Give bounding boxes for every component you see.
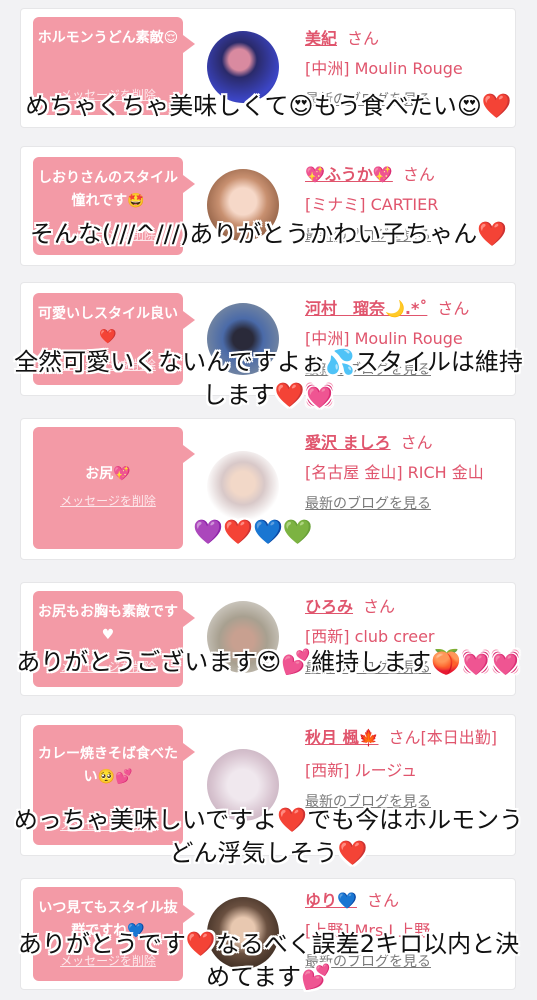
work-status: [本日出勤]	[420, 728, 498, 747]
sender-name-link[interactable]: 愛沢 ましろ	[305, 433, 391, 452]
overlay-caption: めっちゃ美味しいですよ❤️でも今はホルモンうどん浮気しそう❤️	[13, 806, 524, 867]
shop-name: [名古屋 金山] RICH 金山	[305, 463, 484, 482]
sender-name-link[interactable]: ひろみ	[305, 597, 353, 616]
overlay-caption: めちゃくちゃ美味しくて😍もう食べたい😍❤️	[25, 92, 512, 120]
avatar[interactable]	[207, 451, 279, 523]
honorific: さん	[363, 597, 396, 616]
message-text: カレー焼きそば食べたい🥺💕	[38, 746, 178, 785]
sender-name-link[interactable]: 秋月 楓🍁	[305, 728, 379, 747]
sender-name-link[interactable]: 河村 瑠奈🌙.*˚	[305, 299, 427, 318]
message-text: 可愛いしスタイル良い❤️	[38, 306, 178, 345]
overlay-caption: 全然可愛いくないんですよぉ💦スタイルは維持します❤️💓	[14, 348, 523, 409]
sender-info: 秋月 楓🍁 さん[本日出勤] [西新] ルージュ 最新のブログを見る	[305, 725, 509, 811]
honorific: さん	[400, 433, 433, 452]
latest-blog-link[interactable]: 最新のブログを見る	[305, 493, 509, 513]
overlay-caption: そんな(///^///)ありがとうかわい子ちゃん❤️	[29, 220, 508, 248]
honorific: さん	[366, 891, 399, 910]
shop-name: [中洲] Moulin Rouge	[305, 59, 463, 78]
delete-message-link[interactable]: メッセージを削除	[33, 490, 183, 513]
message-text: お尻もお胸も素敵です♥	[38, 604, 178, 643]
overlay-caption: ありがとうございます😍💕維持します🍑💓💓	[16, 648, 521, 676]
sender-name-link[interactable]: 美紀	[305, 29, 337, 48]
sender-name-link[interactable]: 💖ふうか💖	[305, 165, 393, 184]
honorific: さん	[347, 29, 380, 48]
honorific: さん	[402, 165, 435, 184]
message-text: しおりさんのスタイル憧れです🤩	[38, 170, 178, 209]
honorific: さん	[437, 299, 470, 318]
message-bubble: お尻💖 メッセージを削除	[33, 427, 195, 549]
message-text: ホルモンうどん素敵😌	[37, 30, 179, 46]
honorific: さん	[388, 728, 421, 747]
shop-name: [西新] ルージュ	[305, 761, 418, 780]
overlay-caption: 💜❤️💙💚	[193, 518, 313, 546]
message-text: お尻💖	[85, 466, 131, 482]
shop-name: [ミナミ] CARTIER	[305, 195, 439, 214]
sender-info: 愛沢 ましろ さん [名古屋 金山] RICH 金山 最新のブログを見る	[305, 429, 509, 513]
sender-name-link[interactable]: ゆり💙	[305, 891, 357, 910]
overlay-caption: ありがとうです❤️なるべく誤差2キロ以内と決めてます💕	[17, 930, 520, 991]
